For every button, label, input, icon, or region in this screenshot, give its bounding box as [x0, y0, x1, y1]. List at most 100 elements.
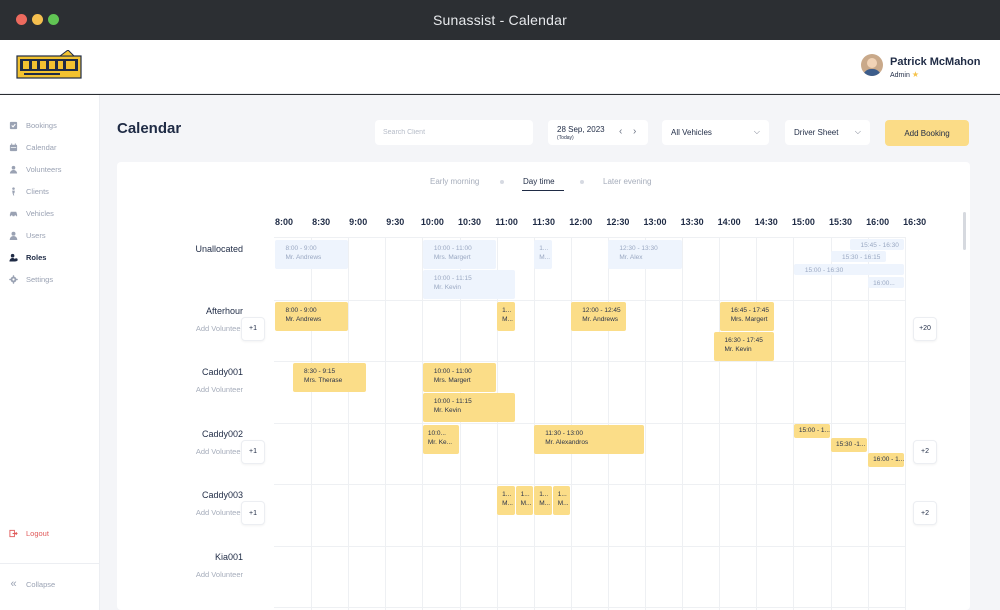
booking-event[interactable]: 16:00 - 1... — [868, 452, 905, 467]
event-time: 12:00 - 12:45 — [582, 306, 621, 314]
booking-event[interactable]: 16:30 - 17:45 Mr. Kevin — [713, 331, 775, 361]
sidebar-divider — [0, 563, 100, 564]
hour-label: 8:30 — [312, 217, 331, 227]
time-gridline — [682, 238, 684, 610]
add-volunteer-link[interactable]: Add Volunteer — [196, 508, 243, 517]
event-time: 11:30 - 13:00 — [545, 429, 584, 437]
booking-event[interactable]: 8:00 - 9:00 Mr. Andrews — [274, 301, 348, 331]
user-name[interactable]: Patrick McMahon — [890, 56, 980, 68]
search-client-input[interactable] — [375, 120, 533, 145]
add-volunteer-link[interactable]: Add Volunteer — [196, 570, 243, 579]
event-time: 16:30 - 17:45 — [724, 336, 763, 344]
booking-event[interactable]: 1... M... — [515, 486, 534, 515]
sidebar-item-users[interactable]: Users — [9, 228, 46, 242]
booking-event[interactable]: 16:00... — [868, 277, 905, 288]
time-gridline — [756, 238, 758, 610]
booking-event[interactable]: 11:30 - 13:00 Mr. Alexandros — [534, 424, 645, 454]
logout-icon — [9, 529, 18, 538]
sidebar-item-settings[interactable]: Settings — [9, 272, 53, 286]
car-icon — [9, 209, 18, 218]
current-date: 28 Sep, 2023 — [557, 125, 605, 134]
tab-day-time[interactable]: Day time — [523, 177, 555, 186]
booking-event[interactable]: 16:45 - 17:45 Mrs. Margert — [719, 301, 775, 331]
app-header: Patrick McMahon Admin ★ — [0, 40, 1000, 94]
add-volunteer-link[interactable]: Add Volunteer — [196, 324, 243, 333]
logout-button[interactable]: Logout — [9, 526, 49, 540]
hour-label: 12:00 — [569, 217, 593, 227]
event-client: Mr. Alex — [619, 254, 643, 261]
sidebar-item-label: Users — [26, 230, 46, 240]
event-client: Mr. Andrews — [285, 315, 322, 323]
booking-event[interactable]: 10:00 - 11:00 Mrs. Margert — [422, 240, 497, 269]
hour-label: 14:30 — [754, 217, 778, 227]
hour-label: 15:30 — [828, 217, 853, 227]
chevron-left-icon[interactable]: ‹ — [619, 126, 622, 137]
more-events-right-button[interactable]: +2 — [913, 439, 937, 464]
more-events-right-button[interactable]: +20 — [913, 316, 937, 341]
event-time: 15:00 - 1... — [798, 426, 830, 434]
sidebar-item-bookings[interactable]: Bookings — [9, 118, 57, 132]
add-volunteer-link[interactable]: Add Volunteer — [196, 385, 243, 394]
sidebar-item-label: Bookings — [26, 120, 57, 130]
roles-icon — [9, 253, 18, 262]
user-avatar[interactable] — [861, 54, 883, 76]
chevron-right-icon[interactable]: › — [633, 126, 636, 137]
tab-early-morning[interactable]: Early morning — [430, 177, 479, 186]
sidebar-item-vehicles[interactable]: Vehicles — [9, 206, 54, 220]
sidebar-item-calendar[interactable]: Calendar — [9, 140, 56, 154]
booking-event[interactable]: 8:30 - 9:15 Mrs. Therase — [293, 363, 367, 392]
booking-event[interactable]: 15:00 - 16:30 — [793, 264, 905, 275]
sidebar-item-clients[interactable]: Clients — [9, 184, 49, 198]
booking-event[interactable]: 15:30 - 16:15 — [831, 251, 886, 262]
tab-later-evening[interactable]: Later evening — [603, 177, 651, 186]
booking-event[interactable]: 15:45 - 16:30 — [849, 239, 905, 250]
sidebar-item-label: Settings — [26, 274, 54, 284]
sidebar-item-roles[interactable]: Roles — [9, 250, 46, 264]
event-client: Mr. Andrews — [285, 254, 322, 261]
booking-event[interactable]: 15:00 - 1... — [793, 423, 830, 438]
event-time: 16:45 - 17:45 — [730, 306, 769, 314]
hour-label: 9:30 — [386, 217, 405, 227]
booking-event[interactable]: 12:00 - 12:45 Mr. Andrews — [571, 301, 626, 331]
more-events-left-button[interactable]: +1 — [241, 439, 265, 464]
booking-event[interactable]: 1... M... — [497, 301, 515, 331]
gear-icon — [9, 274, 18, 284]
booking-event[interactable]: 1... M... — [497, 486, 515, 515]
event-time: 10:00 - 11:15 — [433, 275, 472, 282]
booking-event[interactable]: 8:00 - 9:00 Mr. Andrews — [274, 240, 348, 269]
calendar-grid: 8:00 - 9:00 Mr. Andrews 10:00 - 11:00 Mrs. … — [274, 237, 906, 610]
more-events-left-button[interactable]: +1 — [241, 501, 265, 525]
booking-event[interactable]: 10:00 - 11:00 Mrs. Margert — [422, 363, 497, 392]
add-booking-button[interactable]: Add Booking — [885, 120, 969, 146]
booking-event[interactable]: 1... M... — [534, 240, 552, 269]
vertical-scrollbar[interactable] — [963, 212, 966, 250]
more-events-right-button[interactable]: +2 — [913, 501, 937, 525]
time-gridline — [533, 238, 535, 610]
add-volunteer-link[interactable]: Add Volunteer — [196, 447, 243, 456]
date-picker[interactable]: 28 Sep, 2023 (Today) ‹ › — [548, 120, 648, 145]
event-client: Mrs. Margert — [730, 315, 768, 323]
driver-sheet-select[interactable]: Driver Sheet ⌵ — [785, 120, 870, 145]
vehicles-select[interactable]: All Vehicles ⌵ — [662, 120, 769, 145]
booking-event[interactable]: 12:30 - 13:30 Mr. Alex — [608, 240, 682, 269]
hour-label: 8:00 — [274, 217, 294, 227]
more-events-left-button[interactable]: +1 — [241, 316, 265, 341]
booking-event[interactable]: 10:0... Mr. Ke... — [422, 424, 459, 454]
event-time: 15:30 - 16:15 — [842, 254, 881, 261]
booking-event[interactable]: 1... M... — [552, 486, 571, 515]
event-client: M... — [539, 254, 551, 261]
collapse-button[interactable]: « Collapse — [9, 577, 55, 591]
chevron-down-icon: ⌵ — [753, 127, 760, 136]
time-gridline — [645, 238, 646, 610]
event-time: 1... — [539, 491, 549, 498]
booking-event[interactable]: 10:00 - 11:15 Mr. Kevin — [422, 270, 515, 299]
booking-event[interactable]: 10:00 - 11:15 Mr. Kevin — [422, 393, 515, 422]
event-client: Mrs. Margert — [433, 254, 471, 261]
sidebar-item-label: Vehicles — [26, 208, 54, 218]
booking-event[interactable]: 15:30 -1... — [831, 437, 868, 452]
booking-event[interactable]: 1... M... — [534, 486, 552, 515]
sidebar-item-volunteers[interactable]: Volunteers — [9, 162, 61, 176]
hour-label: 11:00 — [495, 217, 518, 227]
row-gridline — [274, 484, 906, 485]
sunassist-logo[interactable] — [16, 50, 82, 84]
